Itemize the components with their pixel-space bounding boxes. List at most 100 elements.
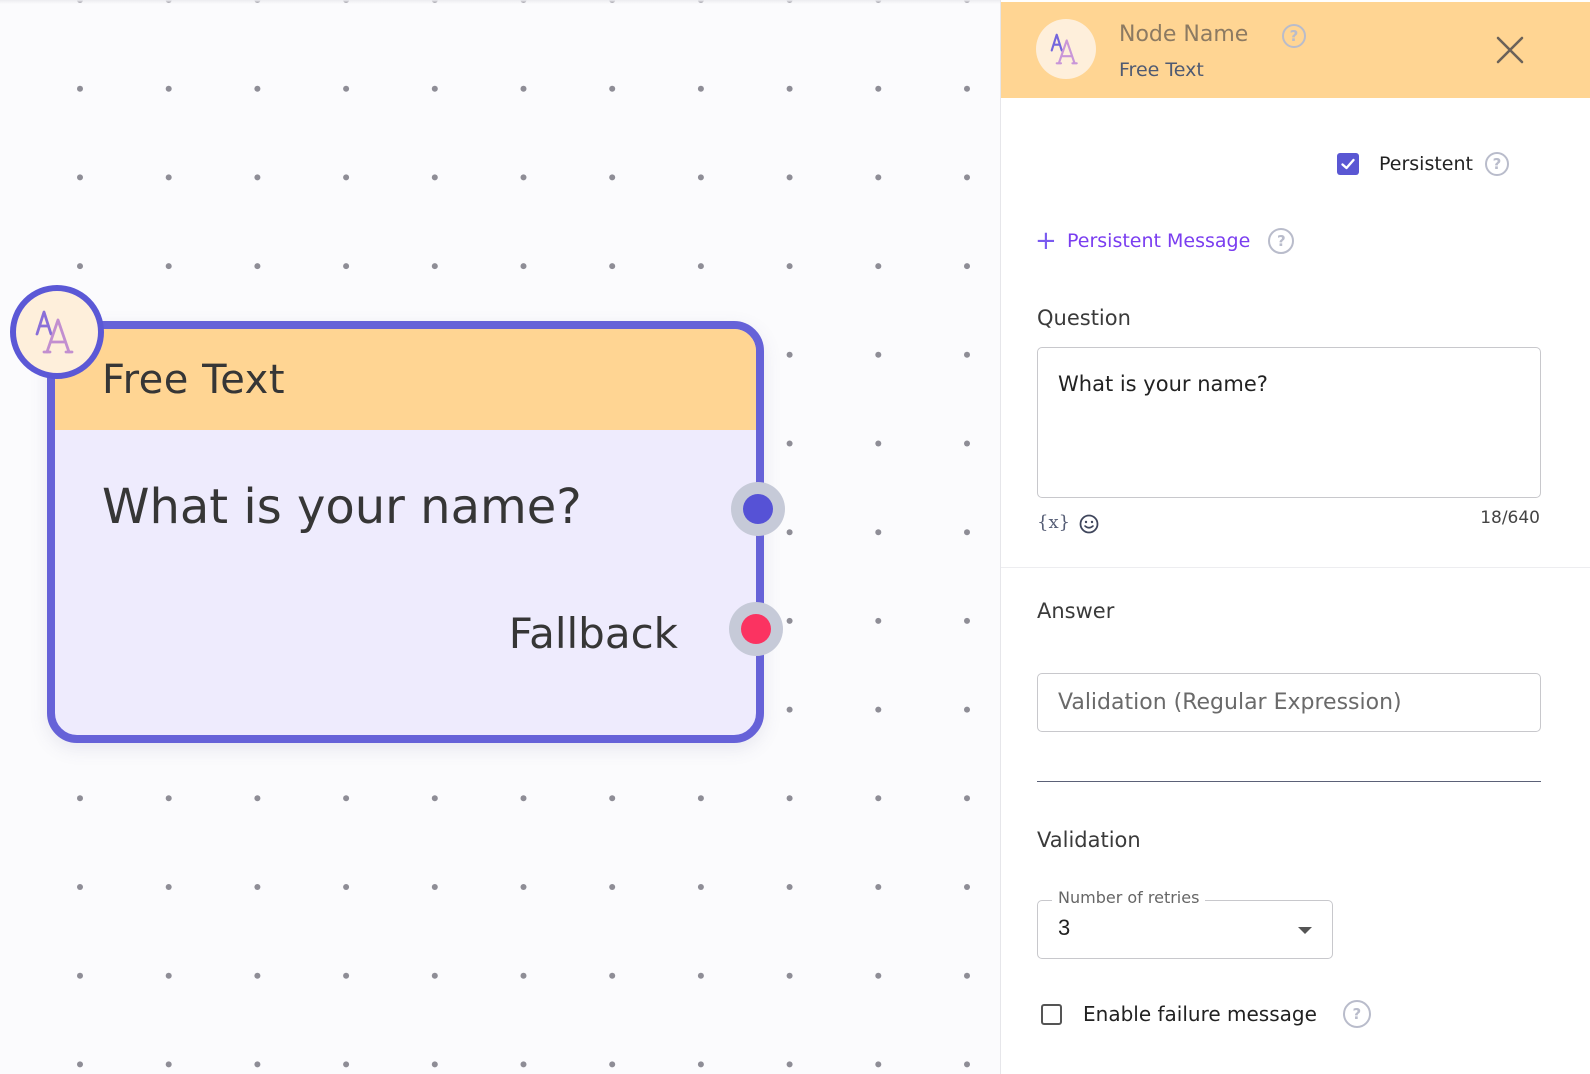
persistent-checkbox[interactable] [1337,153,1359,175]
grid-dot [520,174,527,181]
grid-dot [964,263,970,270]
output-port[interactable] [731,482,785,536]
grid-dot [964,174,970,181]
grid-dot [77,884,83,890]
persistent-message-help-icon[interactable]: ? [1268,228,1295,254]
grid-dot [165,795,172,802]
grid-dot [254,174,261,181]
text-font-icon [35,310,74,354]
grid-dot [786,1061,793,1068]
flow-canvas[interactable]: Free Text What is your name? Fallback [0,0,1000,1074]
free-text-node[interactable]: Free Text What is your name? Fallback [47,321,764,743]
check-icon [1341,158,1355,170]
grid-dot [77,972,83,979]
node-title: Free Text [102,357,285,403]
grid-dot [520,795,527,802]
grid-dot [431,174,438,181]
grid-dot [343,1061,350,1068]
grid-dot [964,972,970,979]
add-persistent-message-button[interactable]: + Persistent Message ? [1035,228,1295,254]
question-section-title: Question [1037,306,1131,330]
grid-dot [165,85,172,92]
grid-dot [343,174,350,181]
grid-dot [786,706,793,713]
insert-variable-icon[interactable]: {x} [1037,512,1070,533]
grid-dot [697,884,704,890]
grid-dot [786,795,793,802]
grid-dot [875,529,882,536]
grid-dot [964,706,970,713]
grid-dot [343,85,350,92]
retries-select-value: 3 [1058,915,1071,940]
node-fallback-label: Fallback [508,609,678,658]
grid-dot [520,1061,527,1068]
add-persistent-message-label: Persistent Message [1067,230,1251,252]
failure-message-checkbox[interactable] [1041,1003,1062,1025]
section-divider [1001,567,1590,568]
grid-dot [875,440,882,447]
grid-dot [254,884,261,890]
grid-dot [875,795,882,802]
grid-dot [343,884,350,890]
grid-dot [875,1061,882,1068]
grid-dot [254,795,261,802]
grid-dot [431,795,438,802]
grid-dot [964,529,970,536]
grid-dot [875,706,882,713]
retries-select[interactable]: Number of retries 3 [1037,888,1333,959]
node-question-text: What is your name? [102,479,582,535]
grid-dot [697,85,704,92]
persistent-help-icon[interactable]: ? [1485,152,1509,176]
panel-node-avatar [1036,19,1096,79]
grid-dot [431,884,438,890]
grid-dot [697,174,704,181]
node-header[interactable]: Free Text [55,329,756,430]
grid-dot [254,85,261,92]
output-port-dot [743,494,773,524]
grid-dot [786,884,793,890]
grid-dot [165,263,172,270]
grid-dot [343,263,350,270]
grid-dot [520,884,527,890]
regex-validation-input[interactable] [1037,673,1541,732]
persistent-label: Persistent [1379,153,1473,175]
character-count: 18/640 [1480,508,1540,528]
grid-dot [786,85,793,92]
validation-section-title: Validation [1037,828,1141,852]
close-icon [1496,36,1524,64]
grid-dot [254,1061,261,1068]
grid-dot [964,351,970,358]
grid-dot [786,440,793,447]
grid-dot [609,85,616,92]
node-name-input[interactable]: Node Name [1119,22,1248,47]
close-button[interactable] [1495,35,1525,65]
grid-dot [520,972,527,979]
grid-dot [964,884,970,890]
grid-dot [964,617,970,624]
fallback-port[interactable] [729,602,783,656]
grid-dot [786,972,793,979]
grid-dot [165,884,172,890]
grid-dot [165,1061,172,1068]
grid-dot [609,884,616,890]
help-icon[interactable]: ? [1282,24,1306,48]
failure-message-label: Enable failure message [1083,1002,1317,1026]
grid-dot [77,1061,83,1068]
emoji-icon[interactable] [1078,513,1100,539]
grid-dot [77,85,83,92]
grid-dot [964,795,970,802]
panel-header: Node Name ? Free Text [1001,2,1590,98]
grid-dot [520,85,527,92]
grid-dot [77,263,83,270]
grid-dot [875,263,882,270]
question-textarea[interactable]: What is your name? [1037,347,1541,498]
failure-message-row: Enable failure message ? [1041,1000,1371,1028]
grid-dot [875,85,882,92]
grid-dot [964,1061,970,1068]
grid-dot [786,263,793,270]
grid-dot [875,972,882,979]
failure-message-help-icon[interactable]: ? [1342,1000,1371,1028]
text-font-icon [1050,33,1078,65]
canvas-top-shadow [0,0,1000,4]
retries-select-label: Number of retries [1052,888,1206,907]
